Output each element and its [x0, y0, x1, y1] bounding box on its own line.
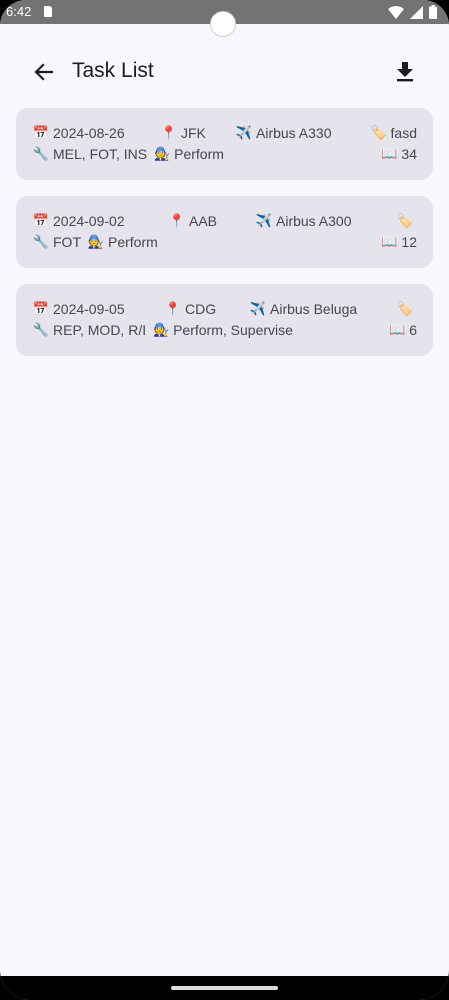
signal-icon: [410, 5, 423, 19]
task-tag: 🏷️: [396, 301, 417, 317]
battery-icon: [429, 5, 437, 19]
task-categories-value: MEL, FOT, INS: [53, 146, 148, 162]
status-icons: [388, 4, 437, 20]
task-reference: 📖 6: [388, 322, 417, 338]
task-location-value: CDG: [185, 301, 217, 317]
task-aircraft: ✈️ Airbus A300: [255, 213, 352, 229]
mechanic-icon: 🧑‍🔧: [87, 234, 105, 249]
task-aircraft-value: Airbus A330: [256, 125, 332, 141]
task-tag-value: fasd: [390, 125, 417, 141]
task-location: 📍 JFK: [160, 125, 206, 141]
task-reference-value: 34: [401, 146, 417, 162]
task-card[interactable]: 📅 2024-09-05 📍 CDG ✈️ Airbus Beluga 🏷️ 🔧: [16, 284, 433, 356]
book-icon: 📖: [381, 234, 398, 249]
wrench-icon: 🔧: [32, 234, 50, 249]
app-bar: Task List: [0, 46, 449, 98]
page-title: Task List: [72, 59, 154, 82]
task-date: 📅 2024-08-26: [32, 125, 125, 141]
back-button[interactable]: [30, 58, 58, 86]
gesture-nav-bar: [0, 976, 449, 1000]
task-card[interactable]: 📅 2024-08-26 📍 JFK ✈️ Airbus A330 🏷️ fas…: [16, 108, 433, 180]
task-roles-value: Perform, Supervise: [173, 322, 293, 338]
task-reference-value: 6: [409, 322, 417, 338]
book-icon: 📖: [389, 322, 406, 337]
pin-icon: 📍: [168, 213, 186, 228]
task-categories: 🔧 FOT 🧑‍🔧 Perform: [32, 234, 158, 250]
wrench-icon: 🔧: [32, 322, 50, 337]
pin-icon: 📍: [160, 125, 178, 140]
task-date: 📅 2024-09-02: [32, 213, 125, 229]
download-icon: [397, 62, 413, 82]
arrow-left-icon: [34, 63, 54, 81]
sim-card-icon: [44, 6, 52, 17]
task-roles-value: Perform: [174, 146, 224, 162]
task-tag: 🏷️ fasd: [370, 125, 417, 141]
camera-cutout: [210, 11, 236, 37]
task-aircraft-value: Airbus Beluga: [270, 301, 358, 317]
home-gesture-handle[interactable]: [171, 986, 278, 990]
task-categories-value: REP, MOD, R/I: [53, 322, 147, 338]
airplane-icon: ✈️: [235, 125, 253, 140]
app-screen: 6:42 Task List 📅 2024-08-26 📍 JFK ✈️ Air…: [0, 0, 449, 1000]
status-time: 6:42: [6, 4, 32, 19]
task-location: 📍 AAB: [168, 213, 217, 229]
task-roles-value: Perform: [108, 234, 158, 250]
task-date-value: 2024-09-05: [53, 301, 125, 317]
task-categories: 🔧 MEL, FOT, INS 🧑‍🔧 Perform: [32, 146, 224, 162]
task-date-value: 2024-09-02: [53, 213, 125, 229]
task-tag: 🏷️: [396, 213, 417, 229]
task-location-value: JFK: [181, 125, 206, 141]
task-location: 📍 CDG: [164, 301, 216, 317]
task-date: 📅 2024-09-05: [32, 301, 125, 317]
airplane-icon: ✈️: [249, 301, 267, 316]
task-location-value: AAB: [189, 213, 218, 229]
book-icon: 📖: [381, 146, 398, 161]
task-categories: 🔧 REP, MOD, R/I 🧑‍🔧 Perform, Supervise: [32, 322, 293, 338]
wifi-icon: [388, 5, 404, 19]
task-card[interactable]: 📅 2024-09-02 📍 AAB ✈️ Airbus A300 🏷️ 🔧 F…: [16, 196, 433, 268]
calendar-icon: 📅: [32, 213, 50, 228]
task-date-value: 2024-08-26: [53, 125, 125, 141]
calendar-icon: 📅: [32, 301, 50, 316]
tag-icon: 🏷️: [396, 301, 414, 316]
pin-icon: 📍: [164, 301, 182, 316]
tag-icon: 🏷️: [396, 213, 414, 228]
task-aircraft: ✈️ Airbus A330: [235, 125, 332, 141]
mechanic-icon: 🧑‍🔧: [153, 322, 170, 337]
task-list: 📅 2024-08-26 📍 JFK ✈️ Airbus A330 🏷️ fas…: [16, 108, 433, 372]
task-reference: 📖 12: [380, 234, 417, 250]
mechanic-icon: 🧑‍🔧: [154, 146, 171, 161]
task-aircraft: ✈️ Airbus Beluga: [249, 301, 357, 317]
calendar-icon: 📅: [32, 125, 50, 140]
airplane-icon: ✈️: [255, 213, 273, 228]
tag-icon: 🏷️: [370, 125, 387, 140]
task-reference-value: 12: [401, 234, 417, 250]
wrench-icon: 🔧: [32, 146, 50, 161]
task-categories-value: FOT: [53, 234, 81, 250]
download-button[interactable]: [391, 58, 419, 86]
device-frame: 6:42 Task List 📅 2024-08-26 📍 JFK ✈️ Air…: [0, 0, 449, 1000]
task-aircraft-value: Airbus A300: [276, 213, 352, 229]
task-reference: 📖 34: [380, 146, 417, 162]
